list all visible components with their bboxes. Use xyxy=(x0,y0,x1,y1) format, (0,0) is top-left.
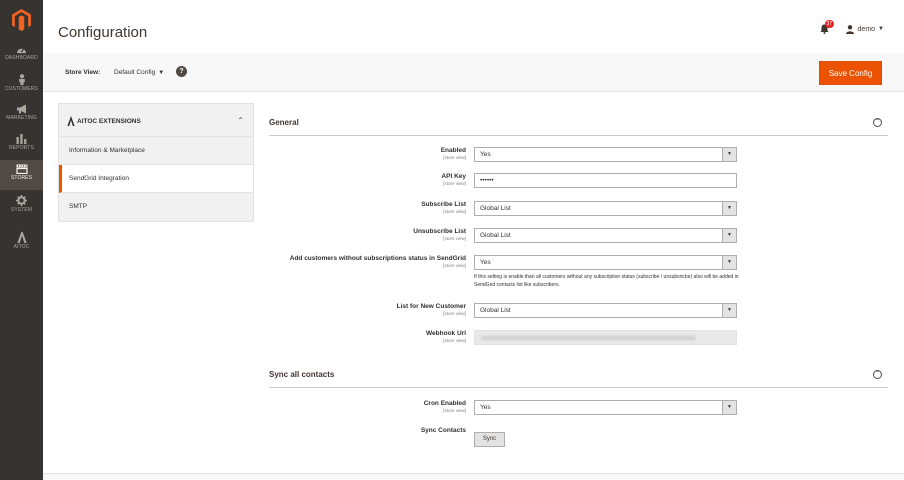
help-icon[interactable]: ? xyxy=(176,66,187,77)
cron-enabled-select[interactable]: Yes ▼ xyxy=(474,400,737,415)
chevron-down-icon: ▼ xyxy=(722,202,736,215)
nav-label: DASHBOARD xyxy=(5,55,38,61)
sync-button[interactable]: Sync xyxy=(474,431,505,447)
notification-count-badge: 37 xyxy=(824,20,835,28)
tab-smtp[interactable]: SMTP xyxy=(59,193,253,221)
tab-group-aitoc[interactable]: AITOC EXTENSIONS ⌃ xyxy=(59,104,253,137)
stores-icon xyxy=(15,164,28,174)
chevron-down-icon: ▼ xyxy=(722,229,736,242)
notifications-button[interactable]: 37 xyxy=(820,20,835,34)
field-label: Enabled [store view] xyxy=(440,147,466,160)
config-tabs: AITOC EXTENSIONS ⌃ Information & Marketp… xyxy=(58,103,254,222)
nav-item-system[interactable]: SYSTEM xyxy=(0,191,43,221)
nav-label: SYSTEM xyxy=(10,207,33,213)
store-view-value: Default Config xyxy=(114,69,156,76)
collapse-icon[interactable]: ⌃ xyxy=(873,118,882,127)
chevron-down-icon: ▼ xyxy=(158,70,165,76)
field-note: If this setting is enable than all custo… xyxy=(474,274,739,288)
field-label: API Key [store view] xyxy=(441,173,466,186)
tab-group-title: AITOC EXTENSIONS xyxy=(77,118,141,125)
nav-label: AITOC xyxy=(13,244,30,250)
chevron-down-icon: ▼ xyxy=(722,304,736,317)
save-config-button[interactable]: Save Config xyxy=(819,61,882,85)
section-title: General xyxy=(269,118,299,127)
admin-sidebar: DASHBOARD CUSTOMERS MARKETING REPORTS ST… xyxy=(0,0,43,480)
header-actions: 37 demo ▼ xyxy=(820,20,884,34)
section-general-header[interactable]: General ⌃ xyxy=(269,108,888,136)
nav-label: MARKETING xyxy=(6,115,37,121)
aitoc-logo-icon xyxy=(67,116,75,126)
page-title: Configuration xyxy=(58,24,148,41)
chevron-up-icon: ⌃ xyxy=(237,116,244,125)
field-label: Sync Contacts xyxy=(420,427,466,434)
add-customers-select[interactable]: Yes ▼ xyxy=(474,255,737,270)
subscribe-list-select[interactable]: Global List ▼ xyxy=(474,201,737,216)
nav-label: STORES xyxy=(10,175,33,181)
section-sync-header[interactable]: Sync all contacts ⌃ xyxy=(269,360,888,388)
reports-icon xyxy=(16,134,27,144)
chevron-down-icon: ▼ xyxy=(878,26,884,32)
field-label: Unsubscribe List [store view] xyxy=(413,228,466,241)
enabled-select[interactable]: Yes ▼ xyxy=(474,147,737,162)
chevron-down-icon: ▼ xyxy=(722,256,736,269)
chevron-down-icon: ▼ xyxy=(722,401,736,414)
magento-logo-icon[interactable] xyxy=(10,9,33,31)
store-view-label: Store View: xyxy=(65,69,101,76)
api-key-input[interactable]: •••••• xyxy=(474,173,737,188)
blurred-url xyxy=(481,336,696,340)
nav-label: REPORTS xyxy=(9,145,34,151)
nav-item-dashboard[interactable]: DASHBOARD xyxy=(0,41,43,71)
field-label: List for New Customer [store view] xyxy=(396,303,466,316)
unsubscribe-list-select[interactable]: Global List ▼ xyxy=(474,228,737,243)
tab-information-marketplace[interactable]: Information & Marketplace xyxy=(59,137,253,165)
aitoc-icon xyxy=(16,230,27,243)
chevron-down-icon: ▼ xyxy=(722,148,736,161)
marketing-icon xyxy=(16,104,26,114)
system-icon xyxy=(16,195,27,206)
nav-label: CUSTOMERS xyxy=(5,86,38,92)
nav-item-stores[interactable]: STORES xyxy=(0,160,43,190)
page-footer xyxy=(43,473,904,480)
user-icon xyxy=(845,24,854,34)
field-label: Webhook Url [store view] xyxy=(426,330,466,343)
user-menu-button[interactable]: demo xyxy=(858,26,876,33)
store-view-switcher[interactable]: Default Config ▼ xyxy=(114,69,164,76)
nav-item-customers[interactable]: CUSTOMERS xyxy=(0,70,43,100)
section-title: Sync all contacts xyxy=(269,370,335,379)
field-label: Add customers without subscriptions stat… xyxy=(289,255,466,268)
field-label: Cron Enabled [store view] xyxy=(423,400,466,413)
nav-item-marketing[interactable]: MARKETING xyxy=(0,100,43,130)
webhook-url-input xyxy=(474,330,737,345)
tab-sendgrid-integration[interactable]: SendGrid Integration xyxy=(59,165,253,193)
nav-item-reports[interactable]: REPORTS xyxy=(0,130,43,160)
store-view-bar: Store View: Default Config ▼ ? Save Confi… xyxy=(43,53,904,92)
list-new-customer-select[interactable]: Global List ▼ xyxy=(474,303,737,318)
field-label: Subscribe List [store view] xyxy=(421,201,466,214)
customers-icon xyxy=(18,74,25,85)
dashboard-icon xyxy=(17,47,26,54)
nav-item-aitoc[interactable]: AITOC xyxy=(0,226,43,256)
collapse-icon[interactable]: ⌃ xyxy=(873,370,882,379)
